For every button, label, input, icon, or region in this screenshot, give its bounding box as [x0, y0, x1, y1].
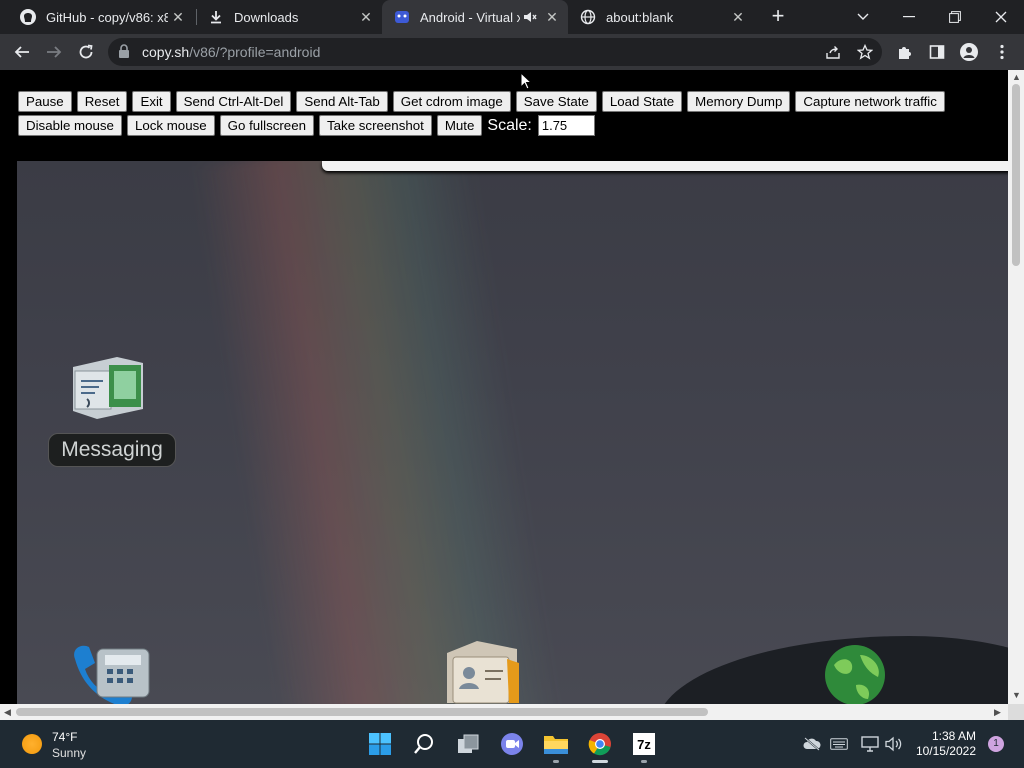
weather-condition[interactable]: Sunny	[52, 746, 86, 760]
forward-arrow-icon[interactable]	[42, 40, 66, 64]
notification-bar	[322, 161, 1008, 171]
clock-date: 10/15/2022	[915, 744, 976, 758]
scale-label: Scale:	[487, 116, 532, 134]
contacts-app-icon[interactable]	[437, 633, 527, 704]
chrome-icon[interactable]	[584, 728, 616, 760]
active-app-indicator	[592, 760, 608, 763]
vertical-scrollbar[interactable]: ▲ ▼	[1008, 70, 1024, 704]
notification-badge[interactable]: 1	[988, 736, 1004, 752]
controls-row-2: Disable mouse Lock mouse Go fullscreen T…	[18, 115, 595, 136]
vertical-scroll-thumb[interactable]	[1012, 84, 1020, 266]
file-explorer-icon[interactable]	[540, 728, 572, 760]
lock-mouse-button[interactable]: Lock mouse	[126, 115, 215, 136]
scrollbar-corner	[1008, 704, 1024, 720]
tab-title: Android - Virtual x	[420, 9, 520, 25]
tab-android[interactable]: Android - Virtual x ✕	[382, 0, 568, 34]
muted-speaker-icon[interactable]	[522, 9, 538, 25]
keyboard-icon[interactable]	[829, 734, 849, 754]
volume-icon[interactable]	[884, 734, 904, 754]
teams-chat-icon[interactable]	[496, 728, 528, 760]
windows-start-icon[interactable]	[364, 728, 396, 760]
running-app-indicator	[641, 760, 647, 763]
tab-search-chevron-down-icon[interactable]	[840, 0, 886, 34]
page-viewport: Pause Reset Exit Send Ctrl-Alt-Del Send …	[0, 70, 1008, 704]
take-screenshot-button[interactable]: Take screenshot	[319, 115, 432, 136]
profile-avatar-icon[interactable]	[960, 43, 978, 61]
controls-row-1: Pause Reset Exit Send Ctrl-Alt-Del Send …	[18, 91, 950, 112]
scroll-left-arrow-icon[interactable]: ◀	[4, 707, 11, 718]
task-view-icon[interactable]	[452, 728, 484, 760]
github-icon	[20, 9, 36, 25]
weather-temperature[interactable]: 74°F	[52, 730, 77, 744]
browser-globe-app-icon[interactable]	[820, 641, 890, 704]
exit-button[interactable]: Exit	[132, 91, 171, 112]
onedrive-offline-icon[interactable]	[802, 734, 822, 754]
go-fullscreen-button[interactable]: Go fullscreen	[219, 115, 314, 136]
globe-icon	[580, 9, 596, 25]
lock-icon[interactable]	[118, 44, 130, 63]
download-icon	[208, 9, 224, 25]
extensions-puzzle-icon[interactable]	[895, 42, 915, 62]
sun-weather-icon[interactable]	[22, 734, 42, 754]
scroll-down-arrow-icon[interactable]: ▼	[1012, 690, 1021, 700]
capture-network-traffic-button[interactable]: Capture network traffic	[795, 91, 945, 112]
tab-github[interactable]: GitHub - copy/v86: x86 ✕	[8, 0, 194, 34]
clock-time: 1:38 AM	[931, 729, 976, 743]
memory-dump-button[interactable]: Memory Dump	[687, 91, 791, 112]
horizontal-scroll-thumb[interactable]	[16, 708, 708, 716]
close-window-icon[interactable]	[978, 0, 1024, 34]
close-tab-icon[interactable]: ✕	[730, 9, 746, 25]
network-icon[interactable]	[860, 734, 880, 754]
address-bar[interactable]: copy.sh/v86/?profile=android	[108, 38, 882, 66]
new-tab-button[interactable]: +	[766, 5, 790, 29]
tab-about-blank[interactable]: about:blank ✕	[568, 0, 754, 34]
send-alt-tab-button[interactable]: Send Alt-Tab	[296, 91, 388, 112]
close-tab-icon[interactable]: ✕	[358, 9, 374, 25]
v86-icon	[394, 9, 410, 25]
back-arrow-icon[interactable]	[10, 40, 34, 64]
side-panel-icon[interactable]	[927, 42, 947, 62]
emulator-screen[interactable]: Messaging	[17, 161, 1008, 704]
menu-kebab-icon[interactable]	[992, 42, 1012, 62]
restore-icon[interactable]	[932, 0, 978, 34]
close-tab-icon[interactable]: ✕	[544, 9, 560, 25]
url-text: copy.sh/v86/?profile=android	[142, 44, 321, 60]
scale-input[interactable]	[537, 115, 595, 136]
mouse-cursor-icon	[520, 71, 533, 95]
scroll-right-arrow-icon[interactable]: ▶	[994, 707, 1001, 718]
reload-icon[interactable]	[74, 40, 98, 64]
phone-app-icon[interactable]	[69, 639, 153, 704]
share-icon[interactable]	[824, 43, 842, 61]
load-state-button[interactable]: Load State	[601, 91, 683, 112]
get-cdrom-image-button[interactable]: Get cdrom image	[392, 91, 511, 112]
reset-button[interactable]: Reset	[76, 91, 128, 112]
running-app-indicator	[553, 760, 559, 763]
tab-downloads[interactable]: Downloads ✕	[196, 0, 382, 34]
pause-button[interactable]: Pause	[18, 91, 72, 112]
tab-title: GitHub - copy/v86: x86	[46, 9, 168, 25]
system-clock[interactable]: 1:38 AM 10/15/2022	[916, 729, 976, 759]
browser-toolbar: copy.sh/v86/?profile=android	[0, 34, 1024, 70]
browser-tab-strip: GitHub - copy/v86: x86 ✕ Downloads ✕ And…	[0, 0, 1024, 34]
mute-button[interactable]: Mute	[436, 115, 483, 136]
seven-zip-icon[interactable]: 7z	[628, 728, 660, 760]
tab-title: about:blank	[606, 9, 674, 25]
search-icon[interactable]	[408, 728, 440, 760]
scroll-up-arrow-icon[interactable]: ▲	[1012, 72, 1021, 82]
windows-taskbar: 74°F Sunny 7z 1:38 AM 10/15/2022	[0, 720, 1024, 768]
messaging-app-icon[interactable]	[67, 349, 151, 430]
bookmark-star-icon[interactable]	[856, 43, 874, 61]
close-tab-icon[interactable]: ✕	[170, 9, 186, 25]
seven-zip-label: 7z	[633, 733, 655, 755]
tab-title: Downloads	[234, 9, 299, 25]
disable-mouse-button[interactable]: Disable mouse	[18, 115, 122, 136]
send-ctrl-alt-del-button[interactable]: Send Ctrl-Alt-Del	[175, 91, 292, 112]
rainbow-wallpaper	[191, 161, 563, 704]
messaging-app-label[interactable]: Messaging	[48, 433, 176, 467]
horizontal-scrollbar[interactable]: ◀ ▶	[0, 704, 1008, 720]
minimize-icon[interactable]	[886, 0, 932, 34]
